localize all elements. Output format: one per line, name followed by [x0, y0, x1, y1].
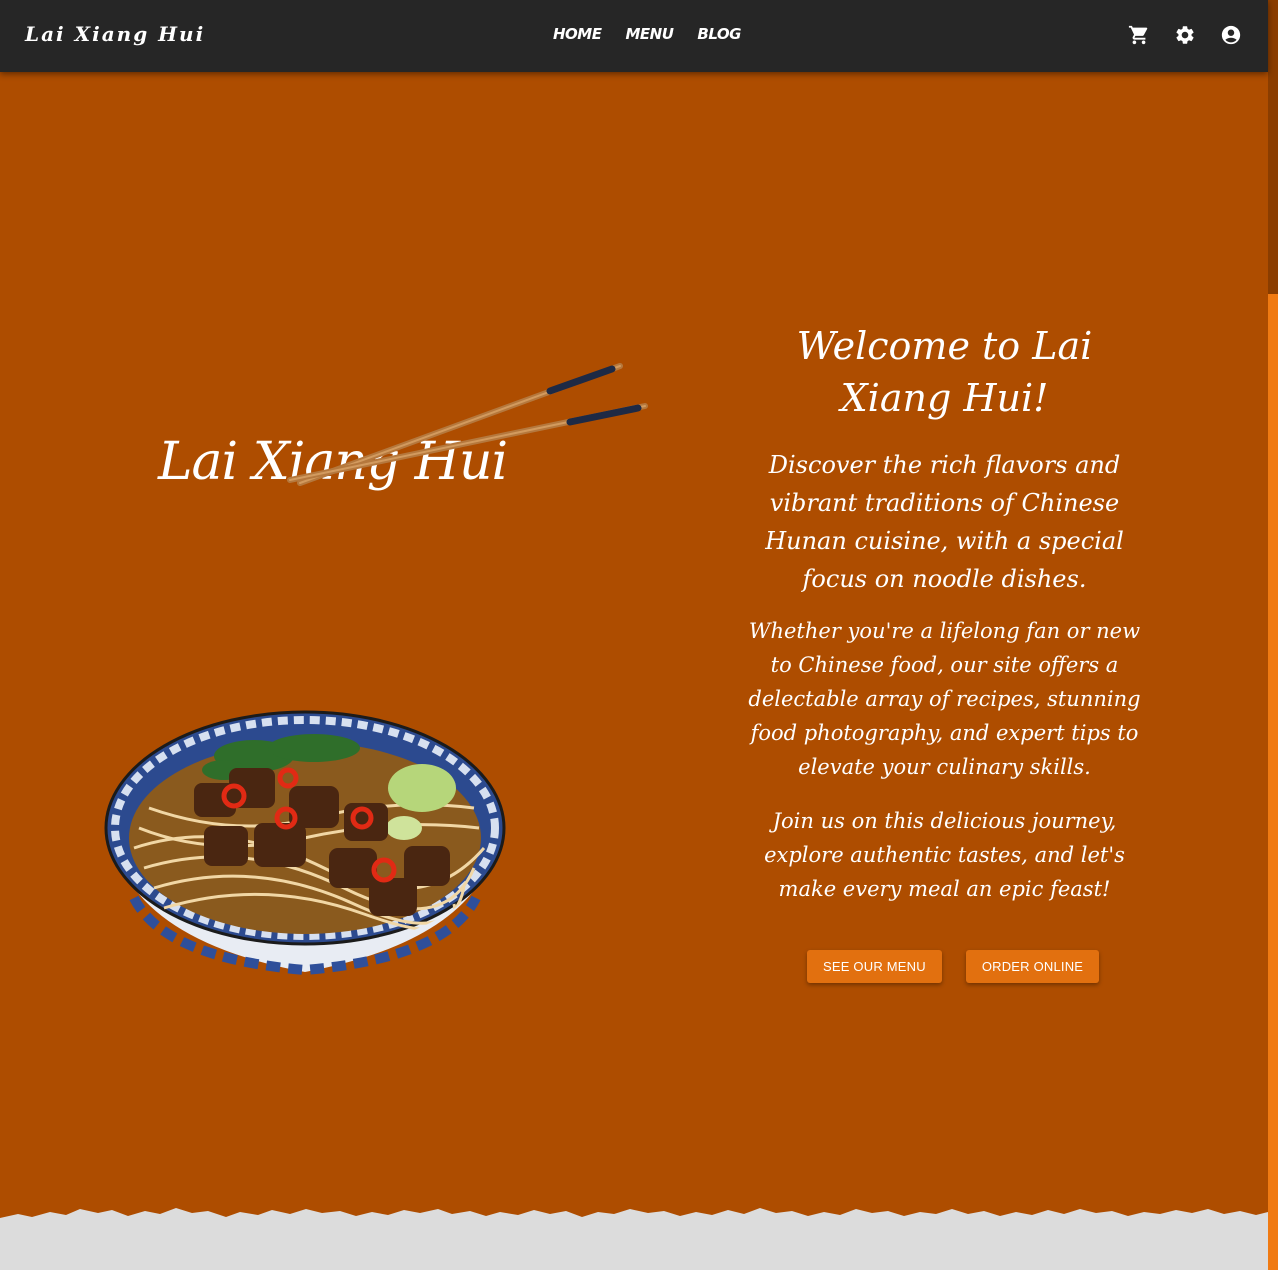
page-scrollbar[interactable] [1268, 0, 1278, 1270]
hero-title: Welcome to Lai Xiang Hui! [796, 324, 1093, 420]
nav-link-blog[interactable]: BLOG [697, 25, 741, 43]
hero-third-paragraph: Join us on this delicious journey, explo… [764, 809, 1125, 901]
nav-link-menu[interactable]: MENU [625, 25, 673, 43]
hero-logo: Lai Xiang Hui [150, 350, 670, 520]
settings-icon[interactable] [1174, 24, 1196, 46]
hero-buttons: SEE OUR MENU ORDER ONLINE [807, 950, 1100, 983]
scrollbar-thumb[interactable] [1268, 0, 1278, 294]
nav-icons [1128, 24, 1242, 46]
see-our-menu-button[interactable]: SEE OUR MENU [807, 950, 942, 983]
noodle-bowl-image [104, 710, 506, 976]
cart-icon[interactable] [1128, 24, 1150, 46]
chopsticks-icon [287, 363, 648, 486]
order-online-button[interactable]: ORDER ONLINE [965, 950, 1100, 983]
torn-paper-divider [0, 1208, 1268, 1270]
brand-logo[interactable]: Lai Xiang Hui [25, 22, 205, 46]
nav-link-home[interactable]: HOME [553, 25, 602, 43]
top-navbar: Lai Xiang Hui HOME MENU BLOG [0, 0, 1268, 72]
hero-second-paragraph: Whether you're a lifelong fan or new to … [748, 619, 1141, 779]
hero-intro-paragraph: Discover the rich flavors and vibrant tr… [765, 451, 1124, 593]
account-icon[interactable] [1220, 24, 1242, 46]
nav-links: HOME MENU BLOG [553, 25, 741, 43]
hero-text: Welcome to Lai Xiang Hui! Discover the r… [742, 320, 1147, 906]
